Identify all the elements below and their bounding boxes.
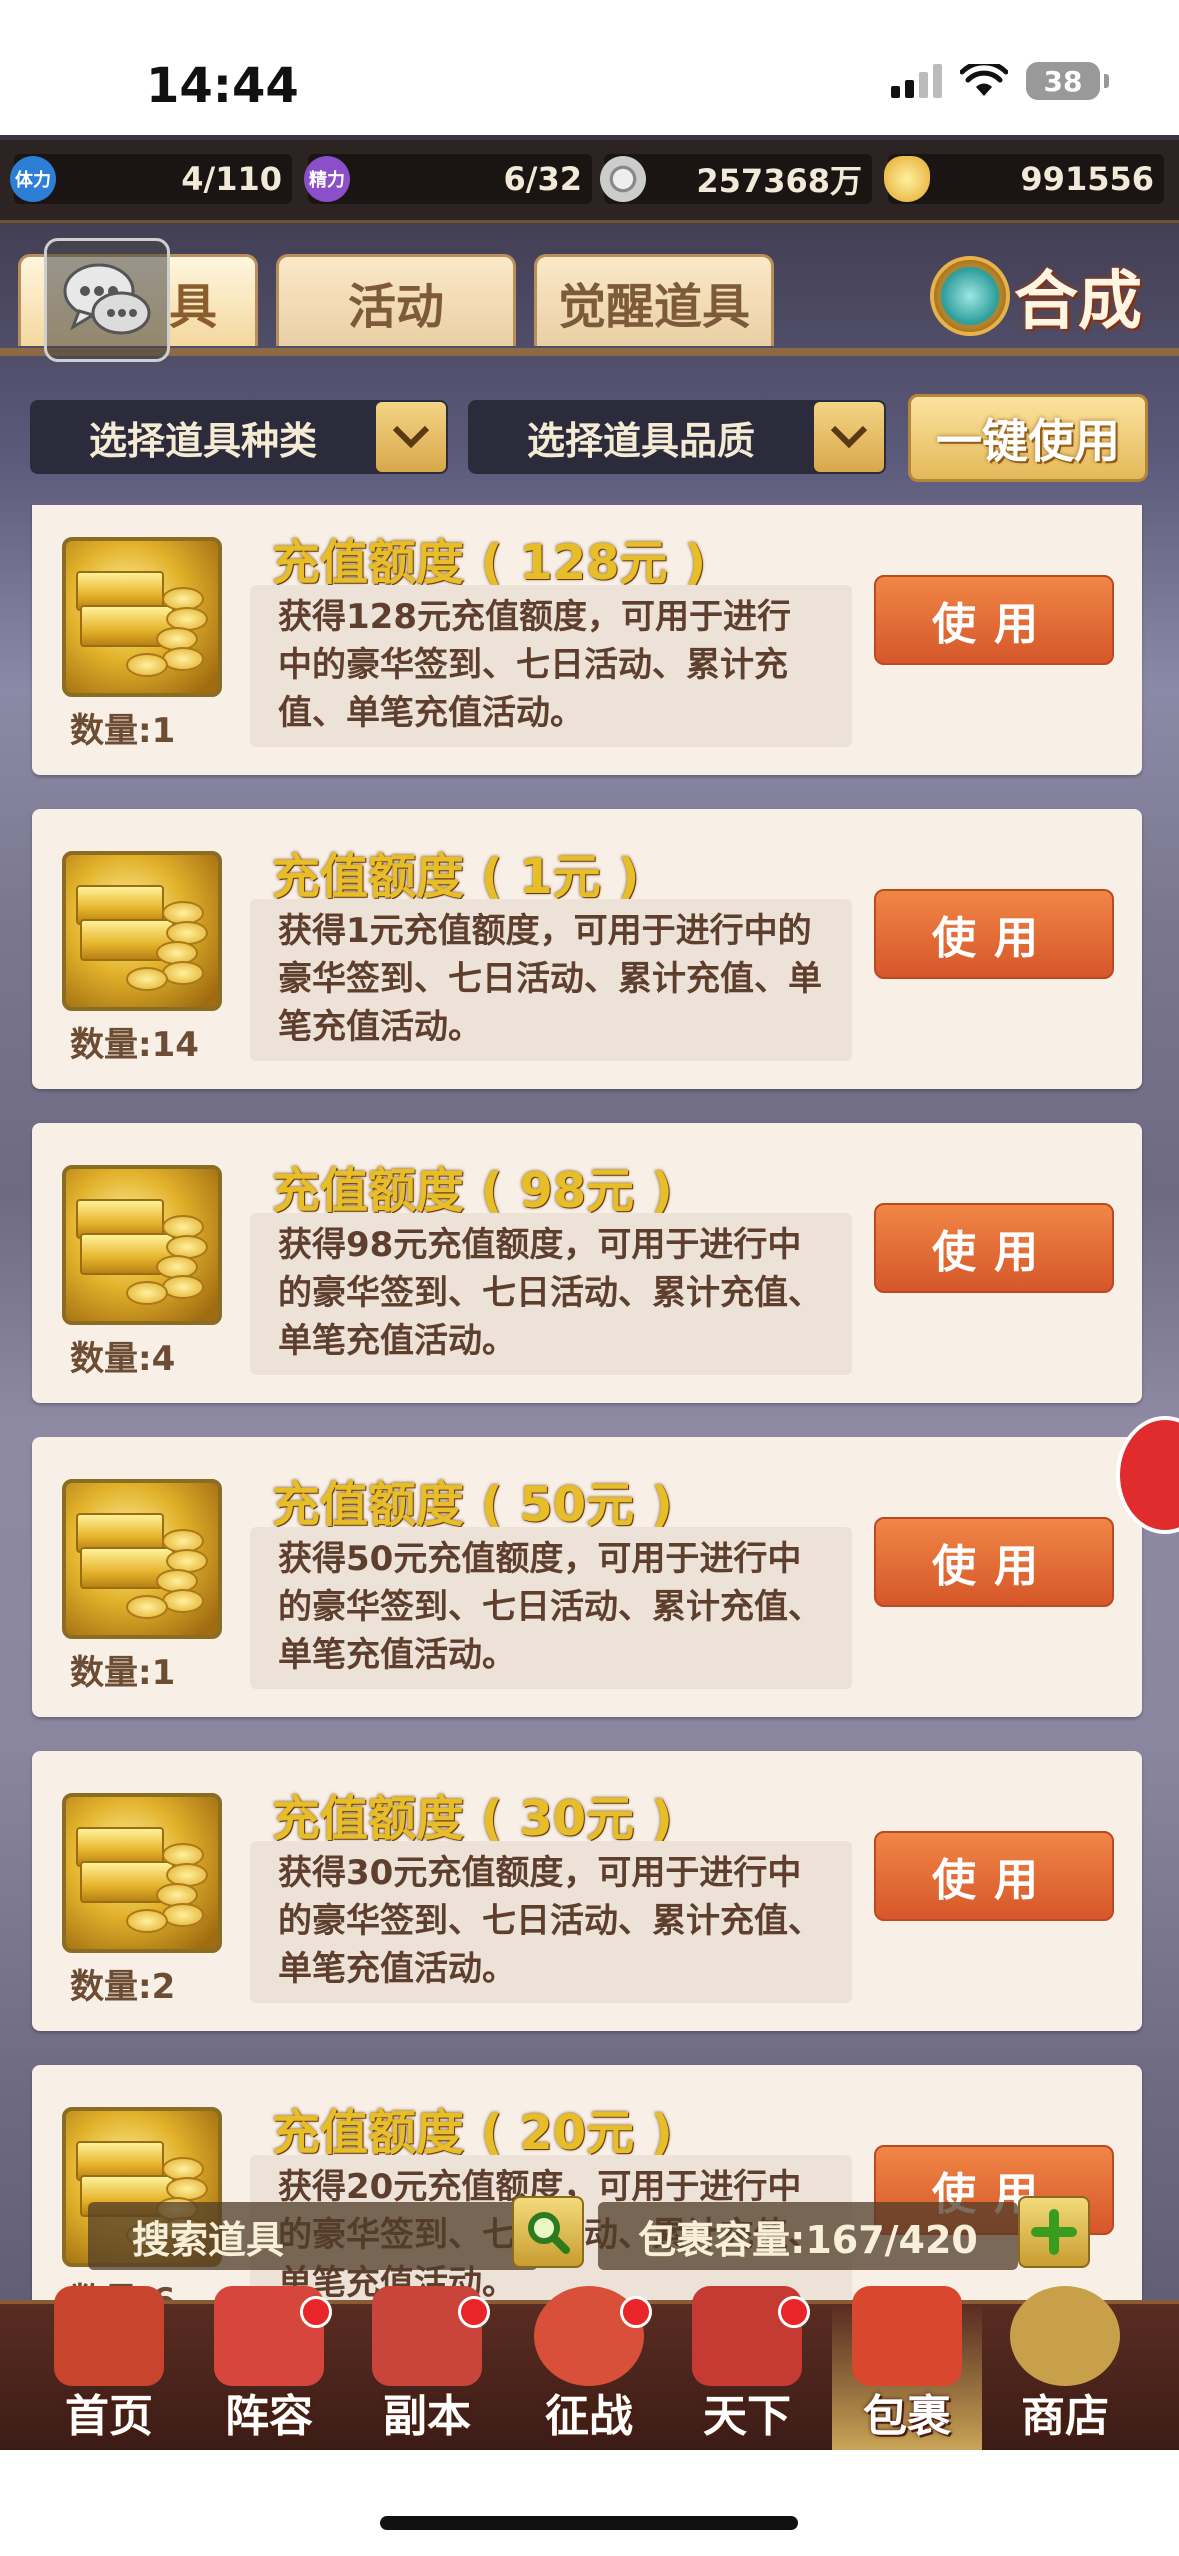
search-input[interactable]: 搜索道具 [88, 2202, 538, 2270]
gold-bars-icon [62, 851, 222, 1011]
chat-bubbles-icon [63, 263, 151, 335]
silver-value: 257368万 [696, 162, 862, 200]
stamina-resource[interactable]: 体力 4/110 [10, 154, 292, 204]
nav-world-label: 天下 [703, 2391, 791, 2442]
gold-resource[interactable]: 991556 [884, 154, 1164, 204]
palace-icon [54, 2286, 164, 2386]
nav-dungeon[interactable]: 副本 [352, 2286, 502, 2454]
item-list[interactable]: 数量:1 充值额度 ( 128元 ) 获得128元充值额度，可用于进行中的豪华签… [0, 505, 1179, 2305]
synthesize-label: 合成 [1014, 265, 1142, 339]
nav-home-label: 首页 [65, 2391, 153, 2442]
list-item: 数量:1 充值额度 ( 128元 ) 获得128元充值额度，可用于进行中的豪华签… [32, 505, 1142, 775]
item-title: 充值额度 ( 50元 ) [272, 1477, 673, 1533]
use-all-button[interactable]: 一键使用 [908, 394, 1148, 482]
bottom-safe-area [0, 2450, 1179, 2556]
nav-lineup[interactable]: 阵容 [194, 2286, 344, 2454]
silver-resource[interactable]: 257368万 [600, 154, 872, 204]
nav-campaign[interactable]: 征战 [514, 2286, 664, 2454]
gold-bars-icon [62, 1793, 222, 1953]
item-title: 充值额度 ( 128元 ) [272, 535, 707, 591]
list-item: 数量:2 充值额度 ( 30元 ) 获得30元充值额度，可用于进行中的豪华签到、… [32, 1751, 1142, 2031]
notification-dot [300, 2296, 332, 2328]
coins-icon [1010, 2286, 1120, 2386]
stamina-icon: 体力 [10, 156, 56, 202]
home-indicator[interactable] [380, 2516, 798, 2530]
synthesize-button[interactable]: 合成 [930, 246, 1160, 346]
stamina-value: 4/110 [181, 160, 282, 198]
expand-capacity-button[interactable] [1018, 2196, 1090, 2268]
wifi-icon [960, 64, 1008, 96]
gold-ingot-icon [884, 156, 930, 202]
item-title: 充值额度 ( 20元 ) [272, 2105, 673, 2161]
plus-icon [1031, 2209, 1077, 2255]
use-button[interactable]: 使用 [874, 1517, 1114, 1607]
bag-capacity: 包裹容量:167/420 [598, 2202, 1018, 2270]
use-button[interactable]: 使用 [874, 1831, 1114, 1921]
bottom-navigation: 首页 阵容 副本 征战 天下 包裹 商店 [0, 2286, 1179, 2454]
search-bar: 搜索道具 包裹容量:167/420 [88, 2196, 1090, 2276]
notification-dot [620, 2296, 652, 2328]
item-title: 充值额度 ( 1元 ) [272, 849, 640, 905]
battery-icon: 38 [1026, 62, 1100, 100]
notification-dot [778, 2296, 810, 2328]
nav-lineup-label: 阵容 [225, 2391, 313, 2442]
item-quality-filter-label: 选择道具品质 [526, 418, 755, 463]
nav-home[interactable]: 首页 [34, 2286, 184, 2454]
use-button[interactable]: 使用 [874, 1203, 1114, 1293]
cellular-signal-icon [891, 64, 942, 98]
nav-world[interactable]: 天下 [672, 2286, 822, 2454]
use-button[interactable]: 使用 [874, 889, 1114, 979]
list-item: 数量:4 充值额度 ( 98元 ) 获得98元充值额度，可用于进行中的豪华签到、… [32, 1123, 1142, 1403]
chevron-down-icon [814, 402, 884, 472]
item-title: 充值额度 ( 30元 ) [272, 1791, 673, 1847]
tab-items-label: 具 [168, 278, 217, 335]
energy-value: 6/32 [503, 160, 582, 198]
resource-bar: 体力 4/110 精力 6/32 257368万 991556 [0, 140, 1179, 223]
item-quantity: 数量:1 [70, 1653, 176, 1693]
item-title: 充值额度 ( 98元 ) [272, 1163, 673, 1219]
item-type-filter-label: 选择道具种类 [88, 418, 317, 463]
list-item: 数量:14 充值额度 ( 1元 ) 获得1元充值额度，可用于进行中的豪华签到、七… [32, 809, 1142, 1089]
chevron-down-icon [376, 402, 446, 472]
item-quantity: 数量:1 [70, 711, 176, 751]
status-bar: 14:44 38 [0, 0, 1179, 135]
item-description: 获得1元充值额度，可用于进行中的豪华签到、七日活动、累计充值、单笔充值活动。 [250, 899, 852, 1061]
nav-campaign-label: 征战 [545, 2391, 633, 2442]
status-time: 14:44 [146, 58, 299, 114]
nav-shop-label: 商店 [1021, 2391, 1109, 2442]
item-quality-filter[interactable]: 选择道具品质 [468, 400, 886, 474]
gold-bars-icon [62, 537, 222, 697]
gold-bars-icon [62, 1479, 222, 1639]
bag-icon [852, 2286, 962, 2386]
tab-activity[interactable]: 活动 [276, 254, 516, 346]
energy-resource[interactable]: 精力 6/32 [304, 154, 592, 204]
synthesize-orb-icon [930, 256, 1010, 336]
gold-value: 991556 [1020, 160, 1154, 198]
silver-coin-icon [600, 156, 646, 202]
item-description: 获得98元充值额度，可用于进行中的豪华签到、七日活动、累计充值、单笔充值活动。 [250, 1213, 852, 1375]
status-icons: 38 [891, 62, 1109, 100]
item-quantity: 数量:2 [70, 1967, 176, 2007]
chat-button[interactable] [44, 238, 170, 362]
nav-shop[interactable]: 商店 [990, 2286, 1140, 2454]
notification-dot [458, 2296, 490, 2328]
list-item: 数量:1 充值额度 ( 50元 ) 获得50元充值额度，可用于进行中的豪华签到、… [32, 1437, 1142, 1717]
energy-icon: 精力 [304, 156, 350, 202]
nav-dungeon-label: 副本 [383, 2391, 471, 2442]
use-button[interactable]: 使用 [874, 575, 1114, 665]
nav-bag-label: 包裹 [863, 2391, 951, 2442]
tab-awaken-items[interactable]: 觉醒道具 [534, 254, 774, 346]
gold-bars-icon [62, 1165, 222, 1325]
item-quantity: 数量:4 [70, 1339, 176, 1379]
tab-underline [0, 348, 1179, 356]
battery-tip [1104, 74, 1109, 88]
item-quantity: 数量:14 [70, 1025, 199, 1065]
search-icon[interactable] [512, 2196, 584, 2268]
item-description: 获得30元充值额度，可用于进行中的豪华签到、七日活动、累计充值、单笔充值活动。 [250, 1841, 852, 2003]
nav-bag[interactable]: 包裹 [832, 2286, 982, 2454]
item-type-filter[interactable]: 选择道具种类 [30, 400, 448, 474]
item-description: 获得50元充值额度，可用于进行中的豪华签到、七日活动、累计充值、单笔充值活动。 [250, 1527, 852, 1689]
item-description: 获得128元充值额度，可用于进行中的豪华签到、七日活动、累计充值、单笔充值活动。 [250, 585, 852, 747]
